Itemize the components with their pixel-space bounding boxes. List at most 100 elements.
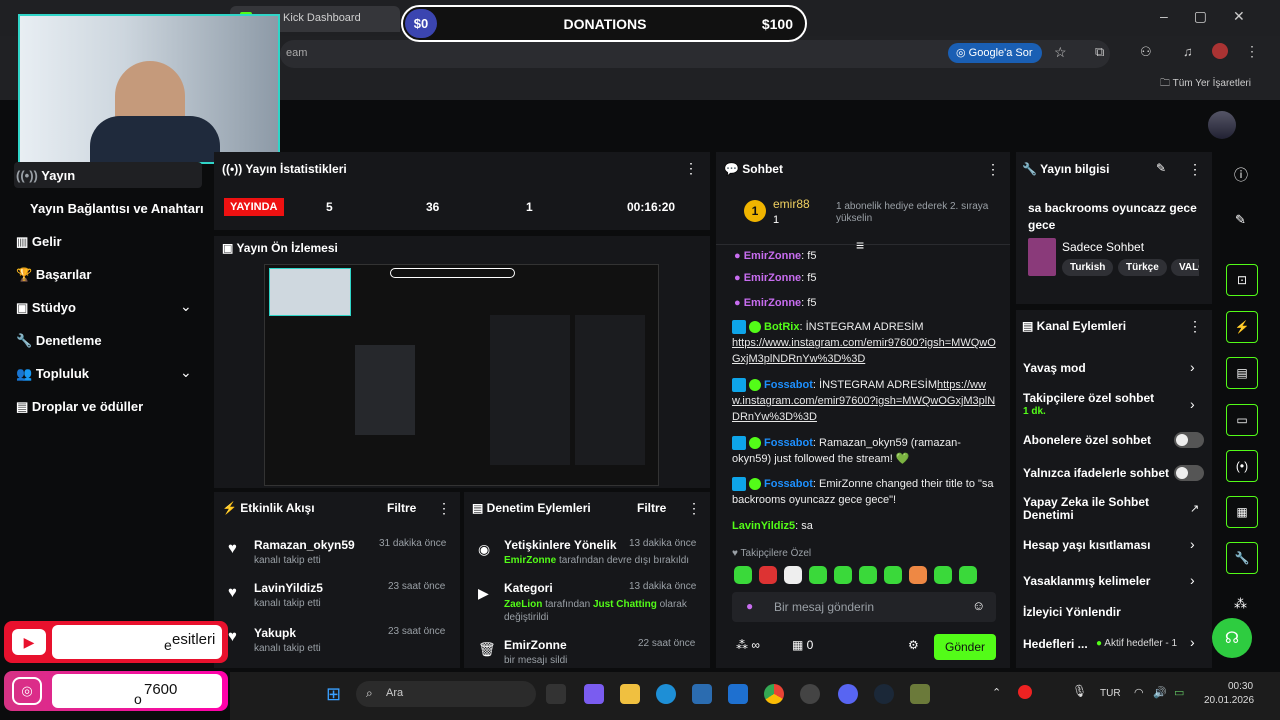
incognito-icon[interactable]: ⚇ [1140, 44, 1152, 60]
settings-gear-icon[interactable]: ⚙ [908, 638, 919, 652]
language-indicator[interactable]: TUR [1100, 688, 1121, 699]
battery-icon[interactable]: ▭ [1174, 686, 1184, 699]
ai-moderation-label[interactable]: Yapay Zeka ile Sohbet Denetimi [1023, 496, 1173, 522]
clock-time[interactable]: 00:30 [1228, 681, 1253, 692]
mic-icon[interactable]: ● [746, 599, 753, 613]
stats-menu-icon[interactable]: ⋮ [684, 160, 698, 177]
sidebar-item-denetleme[interactable]: 🔧 Denetleme [16, 333, 102, 349]
chat-user[interactable]: EmirZonne [744, 250, 801, 262]
chat-user[interactable]: EmirZonne [744, 272, 801, 284]
raid-label[interactable]: İzleyici Yönlendir [1023, 605, 1121, 619]
rail-button-bolt[interactable]: ⚡ [1226, 311, 1258, 343]
chevron-down-icon[interactable]: ⌄ [180, 364, 192, 381]
tag[interactable]: Türkçe [1118, 259, 1167, 276]
taskbar-search[interactable]: ⌕ Ara [356, 681, 536, 707]
tray-chevron-up-icon[interactable]: ⌃ [992, 686, 1001, 699]
subscribers-only-toggle[interactable] [1174, 432, 1204, 448]
banned-words-label[interactable]: Yasaklanmış kelimeler [1023, 574, 1150, 588]
bookmark-star-icon[interactable]: ☆ [1054, 44, 1067, 61]
top-gifter-name[interactable]: emir88 [773, 197, 810, 211]
sidebar-item-stream-key[interactable]: Yayın Bağlantısı ve Anahtarı [30, 201, 204, 216]
rail-button-doc[interactable]: ▤ [1226, 357, 1258, 389]
sidebar-item-topluluk[interactable]: 👥 Topluluk [16, 366, 89, 382]
file-explorer-icon[interactable] [620, 684, 640, 704]
chat-user[interactable]: Fossabot [764, 478, 813, 490]
outlook-icon[interactable] [728, 684, 748, 704]
emote-icon[interactable] [909, 566, 927, 584]
obs-icon[interactable] [800, 684, 820, 704]
chevron-right-icon[interactable]: › [1190, 572, 1195, 588]
chevron-right-icon[interactable]: › [1190, 396, 1195, 412]
tag[interactable]: Turkish [1062, 259, 1114, 276]
chat-user[interactable]: LavinYildiz5 [732, 520, 795, 532]
sidebar-item-yayin[interactable]: ((•)) Yayın [16, 168, 75, 183]
emote-icon[interactable] [734, 566, 752, 584]
chevron-down-icon[interactable]: ⌄ [180, 298, 192, 315]
extensions-icon[interactable]: ⧉ [1095, 44, 1104, 60]
chat-user[interactable]: BotRix [764, 321, 799, 333]
emote-icon[interactable] [834, 566, 852, 584]
apps-icon[interactable]: ⁂ [1234, 596, 1247, 612]
external-link-icon[interactable]: ↗ [1190, 502, 1199, 515]
volume-icon[interactable]: 🔊 [1153, 686, 1167, 699]
emote-only-toggle[interactable] [1174, 465, 1204, 481]
followers-only-label[interactable]: Takipçilere özel sohbet [1023, 391, 1154, 405]
emote-icon[interactable] [859, 566, 877, 584]
sidebar-item-gelir[interactable]: ▥ Gelir [16, 234, 62, 250]
emote-icon[interactable] [934, 566, 952, 584]
account-age-label[interactable]: Hesap yaşı kısıtlaması [1023, 538, 1150, 552]
support-headset-icon[interactable]: ☊ [1212, 618, 1252, 658]
edit-pencil-icon[interactable]: ✎ [1156, 161, 1166, 175]
tray-app-icon[interactable] [1018, 685, 1032, 699]
windows-start-icon[interactable]: ⊞ [326, 684, 341, 705]
activity-filter-button[interactable]: Filtre [387, 501, 416, 515]
rail-button-broadcast[interactable]: (•) [1226, 450, 1258, 482]
stream-preview-video[interactable] [264, 264, 659, 486]
emote-icon[interactable] [809, 566, 827, 584]
send-button[interactable]: Gönder [934, 634, 996, 660]
tag[interactable]: VALO [1171, 259, 1199, 276]
subscribers-only-label[interactable]: Abonelere özel sohbet [1023, 433, 1151, 447]
info-icon[interactable]: ⓘ [1234, 165, 1248, 185]
user-avatar[interactable] [1208, 111, 1236, 139]
category-name[interactable]: Sadece Sohbet [1062, 240, 1144, 254]
chat-link[interactable]: https://www.instagram.com/emir97600?igsh… [732, 337, 996, 365]
discord-icon[interactable] [838, 684, 858, 704]
copilot-icon[interactable] [584, 684, 604, 704]
wifi-icon[interactable]: ◠ [1134, 686, 1144, 699]
chevron-right-icon[interactable]: › [1190, 536, 1195, 552]
moderation-filter-button[interactable]: Filtre [637, 501, 666, 515]
clock-date[interactable]: 20.01.2026 [1204, 695, 1254, 706]
emote-row[interactable] [734, 566, 984, 589]
rail-button-layout[interactable]: ▦ [1226, 496, 1258, 528]
emote-icon[interactable] [959, 566, 977, 584]
rail-button-clip[interactable]: ⊡ [1226, 264, 1258, 296]
chat-user[interactable]: Fossabot [764, 437, 813, 449]
moderation-menu-icon[interactable]: ⋮ [687, 500, 701, 517]
all-bookmarks[interactable]: 🗀 Tüm Yer İşaretleri [1160, 76, 1251, 93]
rail-button-wrench[interactable]: 🔧 [1226, 542, 1258, 574]
channel-menu-icon[interactable]: ⋮ [1188, 318, 1202, 335]
activity-menu-icon[interactable]: ⋮ [437, 500, 451, 517]
chrome-icon[interactable] [764, 684, 784, 704]
task-view-icon[interactable] [546, 684, 566, 704]
emoji-icon[interactable]: ☺ [972, 598, 985, 613]
game-icon[interactable] [910, 684, 930, 704]
info-menu-icon[interactable]: ⋮ [1188, 161, 1202, 178]
chevron-right-icon[interactable]: › [1190, 359, 1195, 375]
sidebar-item-studyo[interactable]: ▣ Stüdyo [16, 300, 76, 316]
chat-user[interactable]: EmirZonne [744, 297, 801, 309]
slow-mode-label[interactable]: Yavaş mod [1023, 361, 1086, 375]
emote-only-label[interactable]: Yalnızca ifadelerle sohbet [1023, 466, 1169, 480]
edit-icon[interactable]: ✎ [1235, 212, 1246, 228]
window-controls[interactable]: –▢✕ [1160, 8, 1271, 25]
google-ask-button[interactable]: ◎ Google'a Sor [948, 43, 1042, 63]
emote-icon[interactable] [884, 566, 902, 584]
sidebar-item-basarilar[interactable]: 🏆 Başarılar [16, 267, 91, 283]
chat-menu-icon[interactable]: ⋮ [986, 161, 1000, 178]
goals-label[interactable]: Hedefleri ... [1023, 637, 1088, 651]
rail-button-chat[interactable]: ▭ [1226, 404, 1258, 436]
store-icon[interactable] [692, 684, 712, 704]
points-infinity-icon[interactable]: ⁂ ∞ [736, 638, 760, 652]
media-icon[interactable]: ♫ [1183, 44, 1193, 59]
